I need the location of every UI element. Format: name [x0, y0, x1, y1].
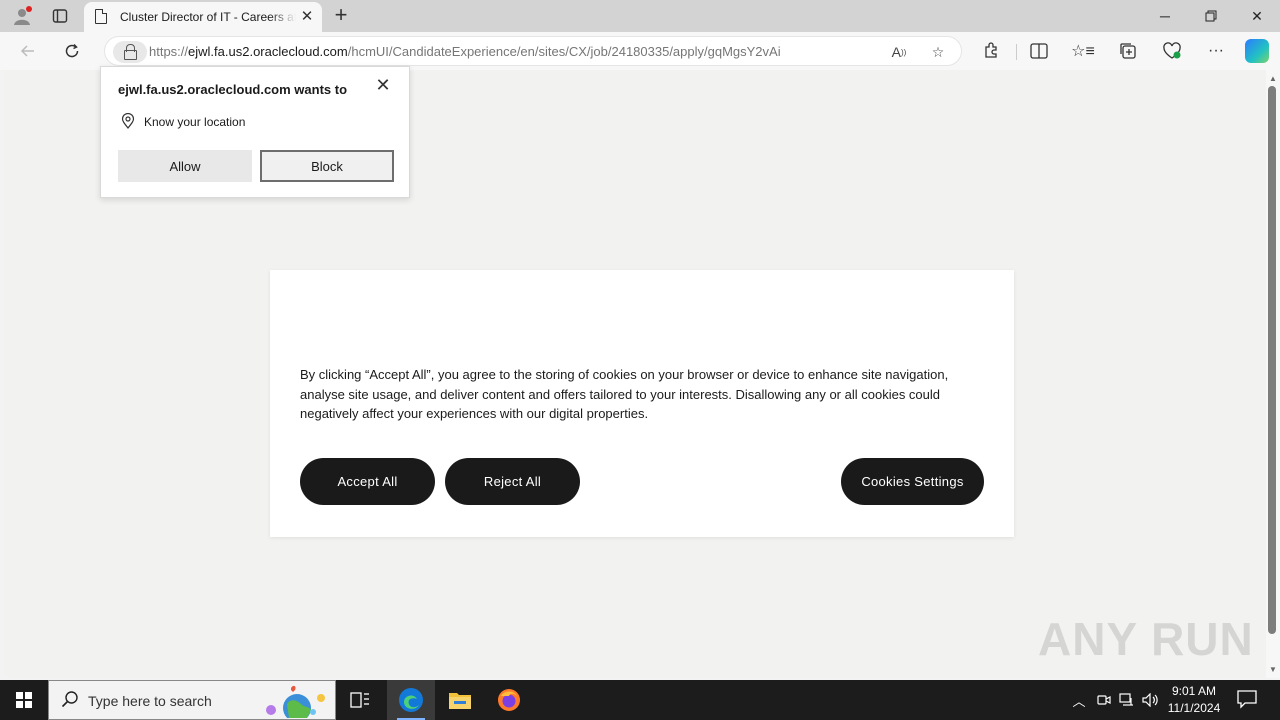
profile-icon[interactable]: [10, 4, 34, 28]
address-bar[interactable]: https://ejwl.fa.us2.oraclecloud.com/hcmU…: [104, 36, 962, 66]
windows-taskbar: Type here to search ︿ 9:01 AM 11/1/2024: [0, 680, 1280, 720]
close-tab-icon[interactable]: ✕: [298, 7, 316, 25]
tab-title: Cluster Director of IT - Careers at: [120, 10, 296, 24]
cookie-notice-text: By clicking “Accept All”, you agree to t…: [300, 367, 949, 421]
permission-request-text: Know your location: [144, 115, 246, 129]
favorites-icon[interactable]: ☆≡: [1069, 38, 1097, 64]
cookie-consent-dialog: By clicking “Accept All”, you agree to t…: [270, 270, 1014, 537]
read-aloud-icon[interactable]: A)): [889, 42, 909, 62]
location-permission-popup: ejwl.fa.us2.oraclecloud.com wants to ✕ K…: [100, 66, 410, 198]
file-explorer-icon[interactable]: [436, 680, 484, 720]
copilot-icon[interactable]: [1245, 39, 1269, 63]
start-button[interactable]: [0, 680, 48, 720]
search-highlight-art-icon: [266, 685, 325, 718]
search-placeholder: Type here to search: [88, 693, 212, 709]
notification-center-icon[interactable]: [1236, 689, 1258, 709]
close-popup-icon[interactable]: ✕: [373, 75, 393, 95]
toolbar-divider: [1016, 44, 1017, 60]
favorite-star-icon[interactable]: ☆: [928, 42, 948, 62]
browser-essentials-icon[interactable]: [1158, 38, 1186, 64]
split-screen-icon[interactable]: [1025, 38, 1053, 64]
windows-logo-icon: [16, 692, 32, 708]
allow-button[interactable]: Allow: [118, 150, 252, 182]
collections-icon[interactable]: [1114, 38, 1142, 64]
block-button[interactable]: Block: [260, 150, 394, 182]
edge-taskbar-icon[interactable]: [387, 680, 435, 720]
permission-title: ejwl.fa.us2.oraclecloud.com wants to: [118, 82, 348, 97]
search-icon: [61, 691, 78, 708]
page-icon: [95, 9, 107, 24]
tab-strip: Cluster Director of IT - Careers at ✕ + …: [0, 0, 1280, 32]
back-icon[interactable]: [14, 38, 42, 64]
scrollbar-thumb[interactable]: [1268, 86, 1276, 634]
clock-date: 11/1/2024: [1167, 701, 1221, 715]
firefox-icon[interactable]: [485, 680, 533, 720]
browser-tab-active[interactable]: Cluster Director of IT - Careers at ✕: [84, 2, 322, 32]
volume-icon[interactable]: [1140, 680, 1162, 720]
new-tab-icon[interactable]: +: [330, 2, 352, 27]
accept-all-button[interactable]: Accept All: [300, 458, 435, 505]
task-view-icon[interactable]: [336, 680, 384, 720]
clock-time: 9:01 AM: [1171, 684, 1217, 698]
lock-icon[interactable]: [113, 41, 147, 63]
taskbar-clock[interactable]: 9:01 AM 11/1/2024: [1160, 683, 1228, 717]
show-hidden-icons-icon[interactable]: ︿: [1068, 680, 1090, 720]
scroll-up-icon[interactable]: ▲: [1269, 74, 1277, 83]
location-pin-icon: [121, 113, 135, 129]
cookies-settings-button[interactable]: Cookies Settings: [841, 458, 984, 505]
url-text[interactable]: https://ejwl.fa.us2.oraclecloud.com/hcmU…: [149, 44, 781, 59]
close-window-icon[interactable]: ✕: [1234, 0, 1280, 32]
scrollbar[interactable]: ▲ ▼: [1266, 70, 1280, 678]
extensions-icon[interactable]: [977, 38, 1005, 64]
minimize-icon[interactable]: ─: [1142, 0, 1188, 32]
browser-toolbar: https://ejwl.fa.us2.oraclecloud.com/hcmU…: [0, 32, 1280, 70]
settings-more-icon[interactable]: ···: [1202, 38, 1230, 64]
taskbar-search-box[interactable]: Type here to search: [48, 680, 336, 720]
tab-actions-icon[interactable]: [48, 4, 72, 28]
restore-icon[interactable]: [1188, 0, 1234, 32]
refresh-icon[interactable]: [58, 38, 86, 64]
scroll-down-icon[interactable]: ▼: [1269, 665, 1277, 674]
meet-now-icon[interactable]: [1094, 680, 1114, 720]
network-icon[interactable]: [1116, 680, 1138, 720]
anyrun-watermark: ANY RUN: [1038, 613, 1254, 665]
reject-all-button[interactable]: Reject All: [445, 458, 580, 505]
